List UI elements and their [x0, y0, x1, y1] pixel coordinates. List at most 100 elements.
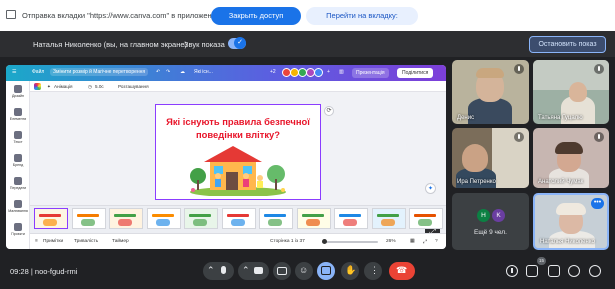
page-thumbnail[interactable]: [34, 208, 68, 229]
more-participants-tile[interactable]: Н K Ещё 9 чел.: [452, 193, 529, 250]
participant-name: Ира Петренко: [457, 179, 496, 185]
people-icon[interactable]: [526, 265, 538, 277]
sidebar-item-elements[interactable]: Елементи: [6, 108, 30, 121]
activities-icon[interactable]: [568, 265, 580, 277]
color-picker-icon[interactable]: [34, 83, 41, 90]
sidebar-item-design[interactable]: Дизайн: [6, 85, 30, 98]
draw-icon: [14, 200, 22, 208]
page-thumbnail[interactable]: [371, 208, 406, 229]
raise-hand-button[interactable]: ✋: [341, 262, 359, 280]
canva-resize-button[interactable]: Змінити розмір й Магічне перетворення: [50, 68, 149, 76]
page-thumbnail[interactable]: [409, 208, 443, 229]
duration-button[interactable]: 5.0с: [95, 84, 104, 89]
summer-safety-illustration: [190, 146, 286, 196]
camera-icon: [254, 267, 263, 274]
animation-button[interactable]: Анімація: [54, 84, 72, 89]
collaborator-count: +2: [270, 69, 276, 75]
self-tile[interactable]: ••• Наталья Николенко: [533, 193, 609, 250]
assistant-icon[interactable]: ✦: [425, 183, 436, 194]
refresh-icon[interactable]: ⟳: [324, 106, 334, 116]
page-thumbnail[interactable]: [296, 208, 331, 229]
help-icon[interactable]: ?: [435, 239, 438, 244]
menu-icon[interactable]: ☰: [12, 69, 16, 75]
sidebar-item-draw[interactable]: Малювання: [6, 200, 30, 213]
more-options-button[interactable]: ⋮: [364, 262, 382, 280]
more-participants-label: Ещё 9 чел.: [474, 229, 507, 236]
duration-footer-button[interactable]: Тривалість: [74, 239, 98, 244]
sidebar-item-brand[interactable]: Бренд: [6, 154, 30, 167]
upload-icon: [14, 177, 22, 185]
participant-tile[interactable]: Ира Петренко: [452, 128, 529, 188]
participant-tile[interactable]: Татьяна Гуцалю: [533, 60, 609, 124]
position-button[interactable]: Розташування: [118, 84, 149, 89]
mic-off-icon: [594, 132, 604, 142]
participant-video: [476, 68, 504, 78]
thumbnail-content: [230, 219, 245, 226]
emoji-button[interactable]: ☺: [295, 262, 313, 280]
more-vert-icon: ⋮: [370, 265, 379, 275]
mic-off-icon: [514, 132, 524, 142]
thumbnail-content: [376, 214, 399, 217]
present-now-button[interactable]: [317, 262, 335, 280]
go-to-tab-button[interactable]: Перейти на вкладку: www.canva.com: [306, 7, 418, 38]
participant-name: Наталья Николенко: [540, 239, 595, 245]
canva-title[interactable]: Які існ...: [194, 69, 213, 75]
hand-icon: ✋: [345, 265, 357, 275]
host-controls-icon[interactable]: [589, 265, 601, 277]
page-thumbnail[interactable]: [184, 208, 218, 229]
share-sound-toggle[interactable]: ✓: [228, 37, 246, 49]
page-indicator: Сторінка 1 із 37: [270, 239, 305, 244]
sidebar-item-projects[interactable]: Проєкти: [6, 223, 30, 236]
page-thumbnail[interactable]: [221, 208, 256, 229]
elements-icon: [14, 108, 22, 116]
page-thumbnail[interactable]: [259, 208, 293, 229]
zoom-slider[interactable]: [322, 239, 378, 244]
share-tab-icon: [6, 10, 16, 19]
pages-icon[interactable]: ▦: [410, 239, 415, 244]
cloud-icon: ☁: [180, 69, 185, 75]
canva-header: ☰ Файл Змінити розмір й Магічне перетвор…: [6, 65, 446, 81]
page-thumbnail[interactable]: [146, 208, 181, 229]
page-thumbnail[interactable]: [71, 208, 106, 229]
canva-file-menu[interactable]: Файл: [32, 69, 44, 75]
chevron-up-icon: ⌃: [207, 265, 215, 275]
more-options-icon[interactable]: •••: [591, 198, 604, 209]
add-collaborator-icon[interactable]: +: [327, 69, 330, 75]
collaborator-avatar: [314, 68, 323, 77]
thumbnail-content: [43, 219, 57, 226]
chart-icon[interactable]: ▥: [339, 69, 344, 75]
thumbnail-content: [339, 214, 361, 217]
page-thumbnail[interactable]: [109, 208, 143, 229]
shared-screen: ☰ Файл Змінити розмір й Магічне перетвор…: [6, 65, 446, 249]
layout-icon: [14, 85, 22, 93]
participant-tile[interactable]: Анатолий Чумак: [533, 128, 609, 188]
participant-initial-avatar: K: [492, 209, 505, 222]
canva-share-button[interactable]: Поділитися: [397, 68, 434, 78]
notes-button[interactable]: Примітки: [43, 239, 63, 244]
page-thumbnail[interactable]: [334, 208, 368, 229]
microphone-button[interactable]: ⌃: [203, 262, 234, 280]
thumbnail-content: [343, 219, 357, 226]
redo-icon[interactable]: ↷: [166, 69, 170, 75]
sidebar-item-text[interactable]: Текст: [6, 131, 30, 144]
leave-call-button[interactable]: ☎: [389, 262, 415, 280]
canva-present-button[interactable]: Презентація: [352, 68, 389, 78]
stop-sharing-button[interactable]: Закрыть доступ: [211, 7, 301, 25]
stop-presenting-button[interactable]: Остановить показ: [529, 36, 606, 53]
undo-icon[interactable]: ↶: [156, 69, 160, 75]
clock-icon: ◷: [88, 84, 93, 89]
sidebar-item-upload[interactable]: Передати: [6, 177, 30, 190]
zoom-level[interactable]: 26%: [386, 239, 396, 244]
camera-button[interactable]: ⌃: [238, 262, 269, 280]
zoom-slider-handle[interactable]: [322, 239, 327, 244]
participant-name: Анатолий Чумак: [538, 179, 584, 185]
notes-icon: ≡: [35, 239, 38, 244]
emoji-icon: ☺: [299, 265, 309, 275]
thumbnail-content: [151, 214, 174, 217]
chat-icon[interactable]: [548, 265, 560, 277]
fullscreen-icon[interactable]: ⤢: [423, 239, 427, 245]
participant-tile[interactable]: Денис: [452, 60, 529, 124]
captions-button[interactable]: [273, 262, 291, 280]
timer-button[interactable]: Таймер: [112, 239, 129, 244]
slide-canvas[interactable]: Які існують правила безпечної поведінки …: [155, 104, 321, 200]
